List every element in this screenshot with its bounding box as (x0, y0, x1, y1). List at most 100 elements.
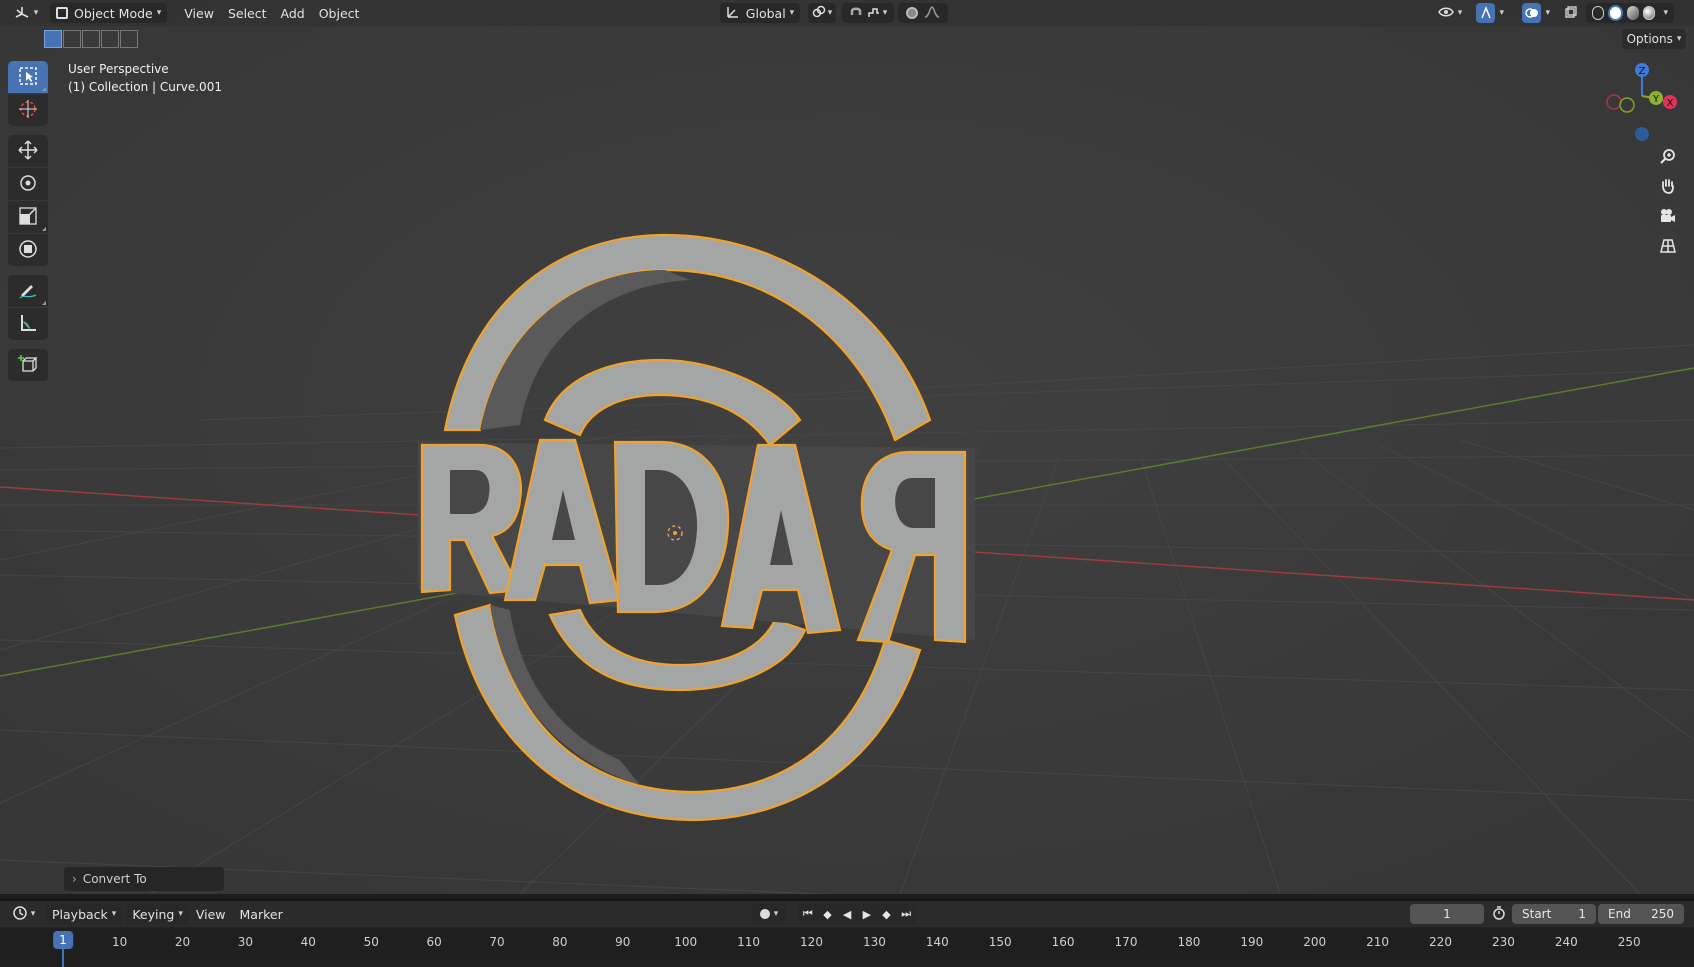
timeline-editor[interactable]: ▾ Playback ▾ Keying ▾ View Marker ▾ ⏮ ◆ … (0, 899, 1694, 967)
wireframe-shading-icon[interactable] (1592, 6, 1605, 20)
mode-dropdown[interactable]: Object Mode ▾ (50, 3, 168, 23)
tool-rotate[interactable] (8, 168, 48, 200)
gizmo-z-label: Z (1639, 66, 1646, 77)
gizmo-x-label: X (1667, 98, 1674, 109)
timeline-menu-marker[interactable]: Marker (233, 904, 290, 924)
viewport-header: ▾ Object Mode ▾ View Select Add Object G… (0, 0, 1694, 26)
camera-view-button[interactable] (1654, 203, 1682, 231)
frame-tick-label: 20 (174, 935, 191, 949)
pivot-point-dropdown[interactable]: ▾ (808, 3, 836, 23)
select-extend-button[interactable] (63, 30, 81, 48)
frame-tick-label: 50 (363, 935, 379, 949)
frame-tick-label: 200 (1303, 935, 1327, 949)
stopwatch-icon (1492, 905, 1506, 923)
select-intersect-button[interactable] (120, 30, 138, 48)
frame-tick-label: 10 (111, 935, 128, 949)
snap-controls[interactable]: ▾ (842, 3, 894, 23)
tool-measure[interactable] (8, 308, 48, 340)
jump-end-icon[interactable]: ⏭ (896, 904, 916, 924)
xray-icon (1564, 5, 1578, 22)
prev-keyframe-icon[interactable]: ◆ (818, 904, 838, 924)
preview-range-toggle[interactable] (1488, 904, 1510, 924)
editor-type-button[interactable]: ▾ (8, 3, 44, 23)
navigation-gizmo[interactable]: Z X Y (1600, 58, 1684, 148)
menu-keying[interactable]: Keying ▾ (126, 904, 189, 924)
options-label: Options (1626, 32, 1673, 46)
timeline-editor-type-button[interactable]: ▾ (8, 904, 40, 924)
tool-move[interactable] (8, 135, 48, 167)
playhead-frame-label[interactable]: 1 (53, 931, 73, 949)
camera-icon (1659, 207, 1677, 228)
select-new-button[interactable] (44, 30, 62, 48)
3d-viewport[interactable]: User Perspective (1) Collection | Curve.… (0, 0, 1694, 894)
shading-mode-buttons[interactable]: ▾ (1586, 3, 1674, 23)
xray-toggle[interactable] (1560, 3, 1582, 23)
tool-add-cube[interactable] (8, 349, 48, 381)
menu-add[interactable]: Add (274, 3, 312, 23)
menu-object[interactable]: Object (312, 3, 367, 23)
tool-scale[interactable] (8, 201, 48, 233)
chevron-down-icon: ▾ (111, 909, 117, 919)
select-subtract-button[interactable] (82, 30, 100, 48)
pan-view-button[interactable] (1654, 173, 1682, 201)
add-cube-icon (18, 354, 38, 377)
play-reverse-icon[interactable]: ◀ (837, 904, 857, 924)
gizmo-toggle[interactable]: ▾ (1470, 3, 1510, 23)
select-box-icon (18, 66, 38, 89)
magnet-icon (849, 5, 863, 22)
hand-icon (1659, 177, 1677, 198)
orientation-label: Global (745, 5, 786, 21)
record-icon (759, 909, 770, 919)
select-invert-button[interactable] (101, 30, 119, 48)
perspective-toggle-button[interactable] (1654, 233, 1682, 261)
menu-view[interactable]: View (177, 3, 221, 23)
last-operator-panel[interactable]: › Convert To (64, 867, 224, 891)
transform-orientation-dropdown[interactable]: Global ▾ (720, 3, 800, 23)
tool-shelf (8, 61, 48, 382)
frame-tick-label: 120 (800, 935, 823, 949)
timeline-menu-view[interactable]: View (189, 904, 233, 924)
tool-cursor[interactable] (8, 94, 48, 126)
end-value: 250 (1651, 907, 1674, 921)
chevron-down-icon: ▾ (1499, 8, 1504, 18)
overlays-toggle[interactable]: ▾ (1516, 3, 1556, 23)
auto-keying-toggle[interactable]: ▾ (752, 904, 786, 924)
next-keyframe-icon[interactable]: ◆ (877, 904, 897, 924)
frame-tick-label: 110 (737, 935, 761, 949)
collection-path: (1) Collection | Curve.001 (68, 80, 222, 94)
current-frame-value: 1 (1443, 907, 1451, 921)
visibility-dropdown[interactable]: ▾ (1434, 3, 1466, 23)
jump-start-icon[interactable]: ⏮ (798, 904, 818, 924)
proportional-editing-controls[interactable] (898, 3, 948, 23)
neg-y-handle (1619, 97, 1635, 113)
menu-playback[interactable]: Playback ▾ (46, 904, 123, 924)
tool-annotate[interactable] (8, 275, 48, 307)
mode-label: Object Mode (74, 5, 153, 21)
frame-tick-label: 240 (1554, 935, 1578, 949)
menu-select[interactable]: Select (221, 3, 274, 23)
orientation-icon (726, 5, 740, 22)
keying-label: Keying (132, 906, 175, 922)
options-dropdown[interactable]: Options ▾ (1622, 29, 1686, 49)
tool-transform[interactable] (8, 234, 48, 266)
end-frame-field[interactable]: End 250 (1598, 904, 1684, 924)
play-icon[interactable]: ▶ (857, 904, 877, 924)
solid-shading-icon[interactable] (1608, 5, 1623, 21)
viewport-scene (0, 0, 1694, 894)
object-mode-icon (56, 7, 68, 19)
playback-label: Playback (52, 906, 108, 922)
material-shading-icon[interactable] (1626, 6, 1640, 20)
rendered-shading-icon[interactable] (1643, 6, 1656, 20)
chevron-down-icon: ▾ (178, 909, 183, 919)
gizmo-y-label: Y (1652, 94, 1660, 105)
rotate-icon (18, 173, 38, 196)
frame-tick-label: 100 (674, 935, 698, 949)
annotate-icon (18, 280, 38, 303)
start-frame-field[interactable]: Start 1 (1512, 904, 1596, 924)
playhead-line (62, 949, 64, 967)
tool-select-box[interactable] (8, 61, 48, 93)
current-frame-field[interactable]: 1 (1410, 904, 1484, 924)
frame-ruler[interactable]: 10 20 30 40 50 60 70 80 90 100 110 120 130 140 150 160 1… (0, 928, 1694, 967)
timeline-header: ▾ Playback ▾ Keying ▾ View Marker ▾ ⏮ ◆ … (0, 901, 1694, 927)
zoom-view-button[interactable] (1654, 143, 1682, 171)
